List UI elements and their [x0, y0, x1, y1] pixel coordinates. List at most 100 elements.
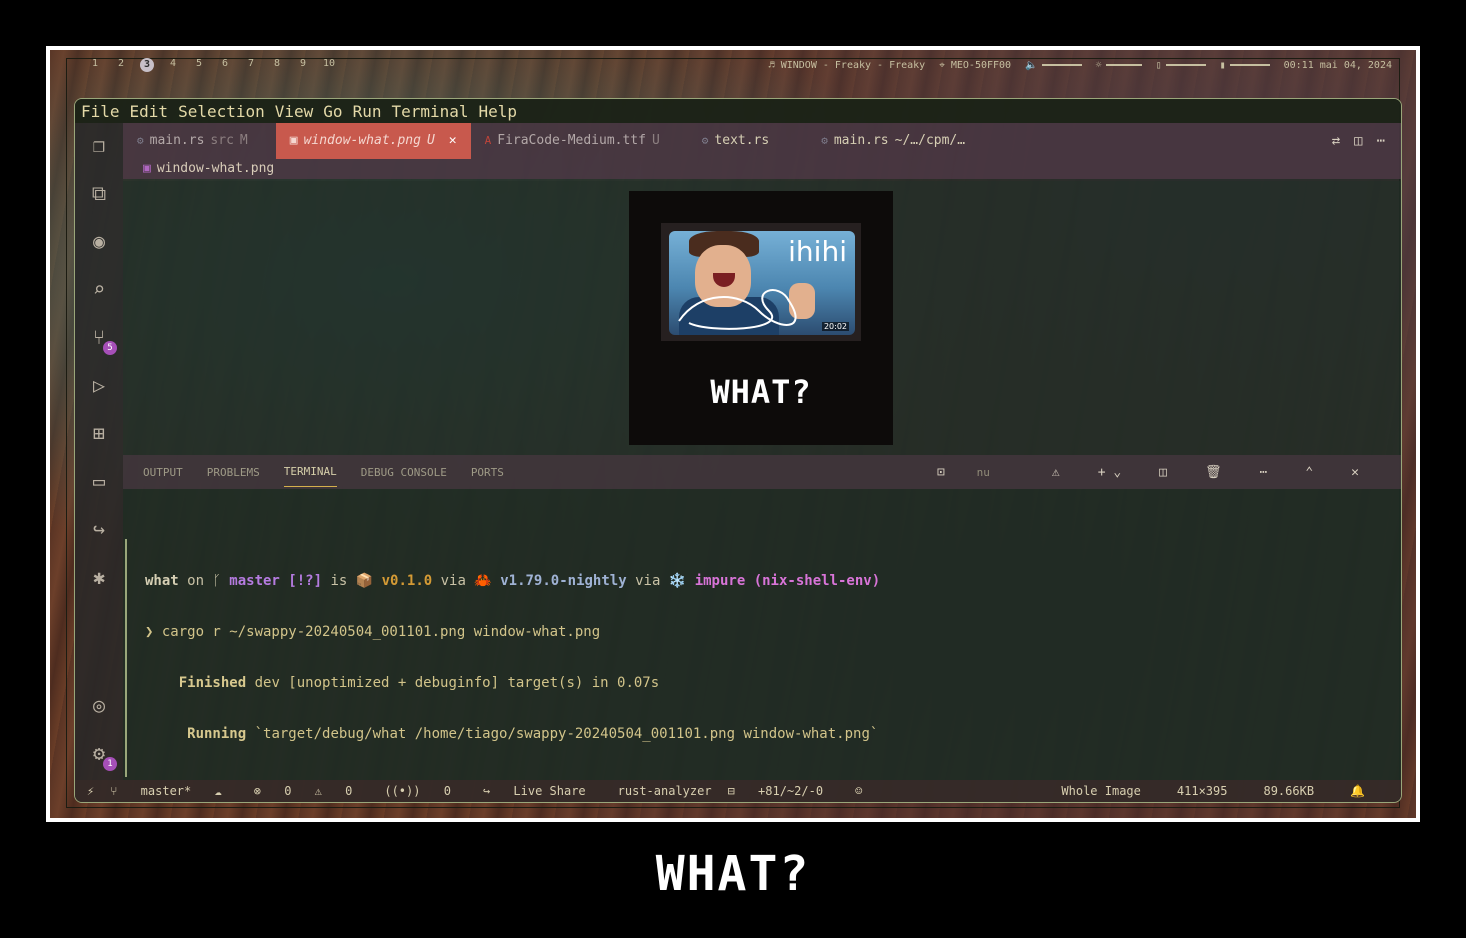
tab-main-rs-cpm[interactable]: ⚙ main.rs ~/…/cpm/… [807, 123, 979, 159]
rust-icon: ⚙ [701, 134, 709, 147]
tab-status: U [651, 133, 660, 148]
menu-terminal[interactable]: Terminal [391, 102, 468, 121]
tab-firacode-font[interactable]: A FiraCode-Medium.ttf U [471, 123, 674, 159]
breadcrumb: ▣ window-what.png [123, 159, 1401, 179]
split-editor-icon[interactable]: ◫ [1354, 133, 1362, 149]
settings-gear-icon[interactable]: ⚙ 1 [87, 741, 117, 771]
tab-detail: ~/…/cpm/… [894, 133, 966, 148]
brightness-slider[interactable] [1105, 63, 1142, 66]
live-share-icon: ↪ [482, 784, 498, 798]
image-preview: ihihi 20:02 WHAT? [629, 191, 893, 445]
activity-bar: ❐ ⧉ ◉ ⌕ ⑂ 5 ▷ ⊞ ▭ ↪ ✱ ◎ ⚙ 1 [75, 123, 123, 780]
close-icon[interactable]: ✕ [449, 123, 457, 159]
settings-badge: 1 [103, 757, 117, 771]
kill-terminal-icon[interactable]: 🗑 [1205, 457, 1222, 488]
broadcast-icon: ((•)) [384, 784, 421, 798]
run-debug-icon[interactable]: ▷ [87, 373, 111, 397]
workspace-4[interactable]: 4 [160, 58, 186, 72]
terminal-output[interactable]: what on ᚴ master [!?] is 📦 v0.1.0 via 🦀 … [125, 505, 1391, 802]
image-icon: ▣ [143, 161, 151, 176]
video-timestamp: 20:02 [821, 322, 849, 331]
image-editor: ihihi 20:02 WHAT? [123, 181, 1401, 455]
terminal-shell-selector[interactable]: ⊡ nu [937, 457, 1014, 488]
maximize-panel-icon[interactable]: ⌃ [1305, 457, 1313, 488]
tab-status: U [426, 133, 435, 148]
battery-level-bar [1229, 63, 1270, 66]
bottom-panel: OUTPUT PROBLEMS TERMINAL DEBUG CONSOLE P… [123, 455, 1401, 780]
more-actions-icon[interactable]: ⋯ [1377, 133, 1385, 149]
tab-status: M [239, 133, 248, 148]
workspace-3-active[interactable]: 3 [140, 58, 154, 72]
extensions-icon[interactable]: ⊞ [87, 421, 111, 445]
breadcrumb-file[interactable]: window-what.png [157, 161, 274, 176]
menu-selection[interactable]: Selection [178, 102, 265, 121]
tab-terminal[interactable]: TERMINAL [283, 457, 337, 487]
close-panel-icon[interactable]: ✕ [1351, 457, 1359, 488]
explorer-icon[interactable]: ❐ [87, 133, 111, 157]
meme-text: ihihi [788, 235, 847, 268]
tab-window-what-png[interactable]: ▣ window-what.png U ✕ [275, 123, 471, 159]
workspace-list: 1 2 3 4 5 6 7 8 9 10 [82, 58, 342, 72]
clock[interactable]: 00:11 mai 04, 2024 [1284, 60, 1392, 71]
problems-status[interactable]: ⊗ 0 ⚠ 0 [254, 784, 369, 798]
ports-status[interactable]: ((•)) 0 [384, 784, 467, 798]
open-changes-icon[interactable]: ⇄ [1332, 133, 1340, 149]
tab-label: main.rs [833, 133, 889, 148]
source-control-badge: 5 [103, 341, 117, 355]
search-icon[interactable]: ⌕ [87, 277, 111, 301]
volume-slider[interactable] [1041, 63, 1082, 66]
warning-icon: ⚠ [314, 784, 322, 798]
notifications-bell-icon[interactable]: 🔔 [1350, 784, 1365, 798]
workspace-7[interactable]: 7 [238, 58, 264, 72]
branch-status[interactable]: ⑂ master* ☁ [110, 784, 237, 798]
remote-indicator-icon[interactable]: ⚡ [87, 784, 94, 798]
menu-go[interactable]: Go [323, 102, 342, 121]
workspace-8[interactable]: 8 [264, 58, 290, 72]
warning-icon[interactable]: ⚠ [1052, 457, 1060, 488]
github-icon[interactable]: ◉ [87, 229, 111, 253]
source-control-icon[interactable]: ⑂ 5 [87, 325, 117, 355]
volume-icon: 🔈 [1025, 59, 1038, 71]
menu-view[interactable]: View [275, 102, 314, 121]
tab-main-rs[interactable]: ⚙ main.rs src M [123, 123, 262, 159]
live-share-status[interactable]: ↪ Live Share [483, 784, 602, 798]
workspace-2[interactable]: 2 [108, 58, 134, 72]
live-share-icon[interactable]: ↪ [87, 517, 111, 541]
more-actions-icon[interactable]: ⋯ [1260, 457, 1268, 488]
feedback-icon[interactable]: ☺ [855, 784, 862, 798]
tab-problems[interactable]: PROBLEMS [207, 458, 260, 487]
tab-ports[interactable]: PORTS [471, 458, 504, 487]
volume-control[interactable]: 🔈 [1025, 59, 1082, 71]
remote-icon[interactable]: ▭ [87, 469, 111, 493]
account-icon[interactable]: ◎ [87, 693, 111, 717]
changes-status[interactable]: ⊟ +81/~2/-0 [728, 784, 839, 798]
file-diff-icon: ⊟ [727, 784, 743, 798]
tab-output[interactable]: OUTPUT [143, 458, 183, 487]
tab-debug-console[interactable]: DEBUG CONSOLE [361, 458, 447, 487]
meme-caption: WHAT? [655, 846, 811, 902]
preview-caption: WHAT? [710, 373, 812, 411]
new-terminal-icon[interactable]: + ⌄ [1098, 457, 1121, 488]
tab-text-rs[interactable]: ⚙ text.rs [688, 123, 783, 159]
workspace-9[interactable]: 9 [290, 58, 316, 72]
menu-run[interactable]: Run [353, 102, 382, 121]
menu-help[interactable]: Help [479, 102, 518, 121]
tab-label: main.rs [149, 133, 205, 148]
rust-analyzer-status[interactable]: rust-analyzer [618, 784, 712, 798]
workspace-5[interactable]: 5 [186, 58, 212, 72]
remote-explorer-icon[interactable]: ⧉ [87, 181, 111, 205]
workspace-6[interactable]: 6 [212, 58, 238, 72]
command-line: ❯ cargo r ~/swappy-20240504_001101.png w… [145, 624, 601, 640]
split-terminal-icon[interactable]: ◫ [1159, 457, 1167, 488]
wifi-status[interactable]: ⌖ MEO-50FF00 [939, 60, 1011, 71]
tab-label: window-what.png [303, 133, 421, 148]
brightness-control[interactable]: ☼ [1096, 60, 1142, 71]
tab-label: text.rs [714, 133, 770, 148]
image-zoom-mode[interactable]: Whole Image [1061, 784, 1140, 798]
menu-file[interactable]: File [81, 102, 120, 121]
copilot-icon[interactable]: ✱ [87, 565, 111, 589]
menu-edit[interactable]: Edit [130, 102, 169, 121]
tab-detail: src [210, 133, 234, 148]
workspace-1[interactable]: 1 [82, 58, 108, 72]
workspace-10[interactable]: 10 [316, 58, 342, 72]
